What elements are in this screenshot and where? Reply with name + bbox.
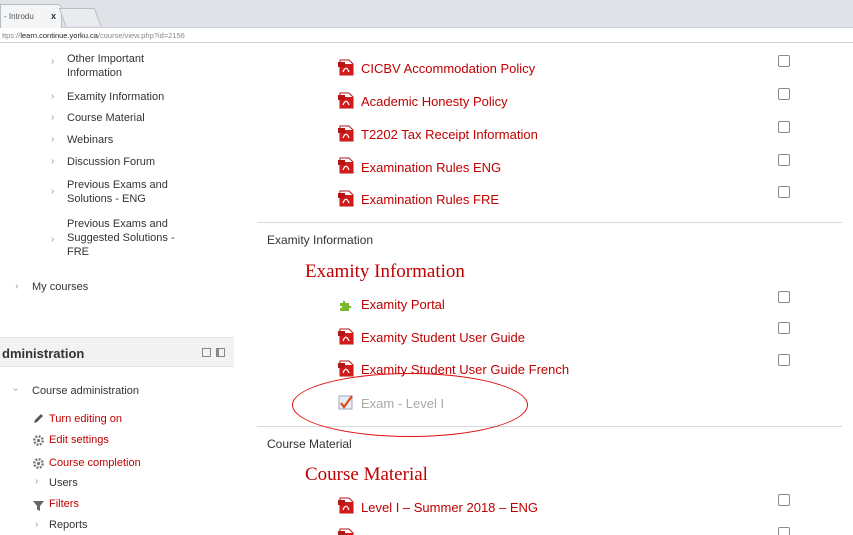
chevron-right-icon: › (35, 519, 39, 530)
address-bar[interactable]: ttps://learn.continue.yorku.ca/course/vi… (0, 28, 853, 43)
dock-block-icon[interactable] (216, 348, 225, 357)
collapse-block-icon[interactable] (202, 348, 211, 357)
completion-checkbox[interactable] (778, 527, 790, 535)
nav-item-discussion-forum[interactable]: Discussion Forum (67, 155, 155, 169)
pdf-icon (337, 190, 354, 207)
completion-checkbox[interactable] (778, 354, 790, 366)
tab-close-icon[interactable]: x (51, 11, 56, 21)
section-nav-title: Course Material (267, 437, 352, 451)
filters-link[interactable]: Filters (49, 497, 79, 511)
pdf-icon (337, 59, 354, 76)
resource-link[interactable]: CICBV Accommodation Policy (361, 61, 535, 77)
section-title[interactable]: Examity Information (305, 261, 465, 283)
resource-link[interactable]: Examity Student User Guide (361, 330, 525, 346)
completion-checkbox[interactable] (778, 322, 790, 334)
administration-title: dministration (2, 346, 85, 361)
resource-link[interactable]: Academic Honesty Policy (361, 94, 508, 110)
pdf-icon (337, 157, 354, 174)
chevron-right-icon: › (51, 156, 55, 167)
nav-item-prev-exams-eng[interactable]: Previous Exams and Solutions - ENG (67, 178, 187, 206)
completion-checkbox[interactable] (778, 121, 790, 133)
completion-checkbox[interactable] (778, 291, 790, 303)
chevron-down-icon: › (10, 387, 22, 392)
left-sidebar: › Other Important Information › Examity … (0, 44, 234, 535)
completion-checkbox[interactable] (778, 186, 790, 198)
browser-tab[interactable]: - Introdu x (0, 4, 62, 28)
nav-item-other-info[interactable]: Other Important Information (67, 52, 187, 80)
puzzle-icon (340, 300, 352, 311)
chevron-right-icon: › (51, 186, 55, 197)
nav-item-my-courses[interactable]: My courses (32, 280, 88, 294)
annotation-circle (292, 373, 528, 437)
course-administration-node[interactable]: Course administration (32, 384, 139, 398)
chevron-right-icon: › (51, 112, 55, 123)
pdf-icon (337, 360, 354, 377)
completion-checkbox[interactable] (778, 154, 790, 166)
resource-link[interactable]: T2202 Tax Receipt Information (361, 127, 538, 143)
resource-link[interactable]: Examination Rules FRE (361, 192, 499, 208)
turn-editing-on-link[interactable]: Turn editing on (49, 412, 122, 426)
section-divider (257, 222, 842, 223)
browser-tab-bar: - Introdu x (0, 0, 853, 28)
resource-link[interactable]: Level I – Summer 2018 – ENG (361, 500, 538, 516)
url-path: /course/view.php?id=2156 (97, 31, 185, 40)
pdf-icon (337, 528, 354, 535)
pencil-icon (34, 414, 43, 423)
url-host: learn.continue.yorku.ca (20, 31, 98, 40)
url-prefix: ttps:// (2, 31, 21, 40)
gear-icon (33, 435, 44, 446)
tab-title: - Introdu (4, 12, 34, 21)
chevron-right-icon: › (51, 91, 55, 102)
course-completion-link[interactable]: Course completion (49, 456, 141, 470)
completion-checkbox[interactable] (778, 55, 790, 67)
pdf-icon (337, 125, 354, 142)
edit-settings-link[interactable]: Edit settings (49, 433, 109, 447)
resource-link[interactable]: Examination Rules ENG (361, 160, 501, 176)
completion-checkbox[interactable] (778, 88, 790, 100)
chevron-right-icon: › (51, 234, 55, 245)
pdf-icon (337, 497, 354, 514)
users-node[interactable]: Users (49, 476, 78, 490)
pdf-icon (337, 92, 354, 109)
chevron-right-icon: › (51, 134, 55, 145)
nav-item-webinars[interactable]: Webinars (67, 133, 113, 147)
chevron-right-icon: › (15, 281, 19, 292)
chevron-right-icon: › (51, 56, 55, 67)
completion-checkbox[interactable] (778, 494, 790, 506)
filter-icon (33, 501, 44, 511)
gear-icon (33, 458, 44, 469)
section-nav-title: Examity Information (267, 233, 374, 247)
nav-item-prev-exams-fre[interactable]: Previous Exams and Suggested Solutions -… (67, 217, 195, 259)
nav-item-course-material[interactable]: Course Material (67, 111, 145, 125)
new-tab-button[interactable] (58, 8, 102, 26)
resource-link[interactable]: Examity Portal (361, 297, 445, 313)
section-title[interactable]: Course Material (305, 464, 428, 486)
chevron-right-icon: › (35, 476, 39, 487)
nav-item-examity[interactable]: Examity Information (67, 90, 164, 104)
administration-block-header: dministration (0, 337, 234, 367)
reports-node[interactable]: Reports (49, 518, 88, 532)
pdf-icon (337, 328, 354, 345)
